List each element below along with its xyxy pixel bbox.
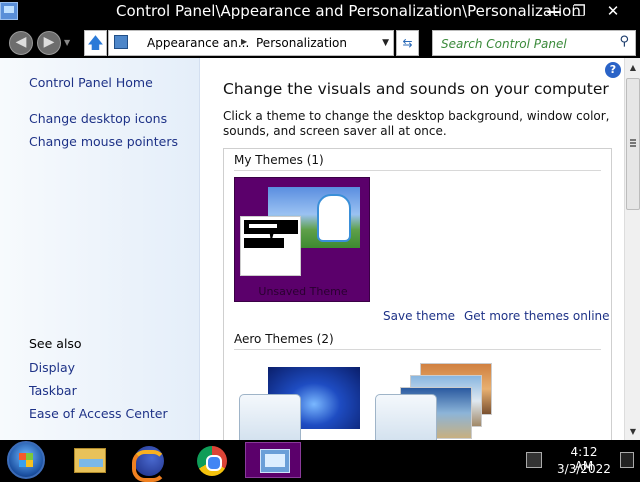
control-panel-icon xyxy=(114,35,128,49)
windows-logo-icon xyxy=(19,453,33,467)
anime-character-image xyxy=(317,194,351,242)
window-title: Control Panel\Appearance and Personaliza… xyxy=(116,2,581,20)
theme-name-label: Unsaved Theme xyxy=(258,285,348,298)
network-icon[interactable] xyxy=(526,452,542,468)
control-panel-icon xyxy=(260,449,290,473)
show-desktop-button[interactable] xyxy=(620,452,634,468)
mouse-cursor-icon xyxy=(269,227,283,243)
aero-themes-divider xyxy=(234,349,601,350)
scroll-thumb[interactable] xyxy=(626,78,640,210)
close-button[interactable]: ✕ xyxy=(596,0,630,22)
refresh-button[interactable]: ⇆ xyxy=(396,30,419,56)
sidebar: Control Panel Home Change desktop icons … xyxy=(0,58,200,440)
start-button[interactable] xyxy=(7,441,45,479)
save-theme-link[interactable]: Save theme xyxy=(383,309,455,323)
aero-themes-heading: Aero Themes (2) xyxy=(234,332,334,346)
search-icon[interactable]: ⚲ xyxy=(619,34,629,49)
navigation-bar: ◀ ▶ ▼ 🡅 Appearance an... ▶ Personalizati… xyxy=(0,24,640,58)
breadcrumb-personalization[interactable]: Personalization xyxy=(256,36,347,50)
scroll-grip-icon xyxy=(630,139,636,147)
unsaved-theme-tile[interactable]: Unsaved Theme xyxy=(234,177,370,302)
my-themes-divider xyxy=(234,170,601,171)
taskbar: 4:12 AM 3/3/2022 xyxy=(0,440,640,482)
folder-icon xyxy=(74,448,106,473)
page-description: Click a theme to change the desktop back… xyxy=(223,109,610,138)
chrome-icon xyxy=(197,446,227,476)
address-bar[interactable]: Appearance an... ▶ Personalization ▼ xyxy=(108,30,394,56)
title-bar: Control Panel\Appearance and Personaliza… xyxy=(0,0,640,24)
forward-button[interactable]: ▶ xyxy=(37,31,61,55)
control-panel-icon xyxy=(0,2,18,20)
taskbar-windows-explorer[interactable] xyxy=(62,442,118,478)
help-icon[interactable]: ? xyxy=(605,62,621,78)
back-button[interactable]: ◀ xyxy=(9,31,33,55)
sidebar-item-control-panel-home[interactable]: Control Panel Home xyxy=(29,75,153,90)
taskbar-firefox[interactable] xyxy=(122,442,178,482)
get-more-themes-link[interactable]: Get more themes online xyxy=(464,309,610,323)
up-button[interactable]: 🡅 xyxy=(84,30,107,56)
sidebar-item-taskbar[interactable]: Taskbar xyxy=(29,383,77,398)
firefox-icon xyxy=(132,446,166,482)
page-title: Change the visuals and sounds on your co… xyxy=(223,80,609,98)
taskbar-chrome[interactable] xyxy=(184,442,240,478)
main-content: ? Change the visuals and sounds on your … xyxy=(200,58,624,441)
breadcrumb-appearance[interactable]: Appearance an... xyxy=(147,36,249,50)
themes-list: My Themes (1) Unsaved Theme Save theme G… xyxy=(223,148,612,441)
scroll-up-icon[interactable]: ▲ xyxy=(625,60,640,76)
breadcrumb-separator-icon[interactable]: ▶ xyxy=(241,37,247,46)
sidebar-item-ease-of-access-center[interactable]: Ease of Access Center xyxy=(29,406,168,421)
history-dropdown-icon[interactable]: ▼ xyxy=(64,38,70,47)
aero-theme-2-window-preview[interactable] xyxy=(375,394,437,441)
see-also-heading: See also xyxy=(29,336,82,351)
clock-date[interactable]: 3/3/2022 xyxy=(556,462,612,476)
taskbar-control-panel[interactable] xyxy=(245,442,301,478)
maximize-button[interactable]: ❐ xyxy=(562,0,596,22)
sidebar-item-change-desktop-icons[interactable]: Change desktop icons xyxy=(29,111,167,126)
scroll-down-icon[interactable]: ▼ xyxy=(625,424,640,440)
address-dropdown-icon[interactable]: ▼ xyxy=(382,38,389,48)
sidebar-item-change-mouse-pointers[interactable]: Change mouse pointers xyxy=(29,134,178,149)
theme-window-preview xyxy=(240,216,301,276)
vertical-scrollbar[interactable]: ▲ ▼ xyxy=(624,58,640,440)
my-themes-heading: My Themes (1) xyxy=(234,153,324,167)
aero-theme-1-window-preview[interactable] xyxy=(239,394,301,441)
sidebar-item-display[interactable]: Display xyxy=(29,360,75,375)
search-box[interactable]: ⚲ xyxy=(432,30,636,56)
search-input[interactable] xyxy=(441,35,611,52)
